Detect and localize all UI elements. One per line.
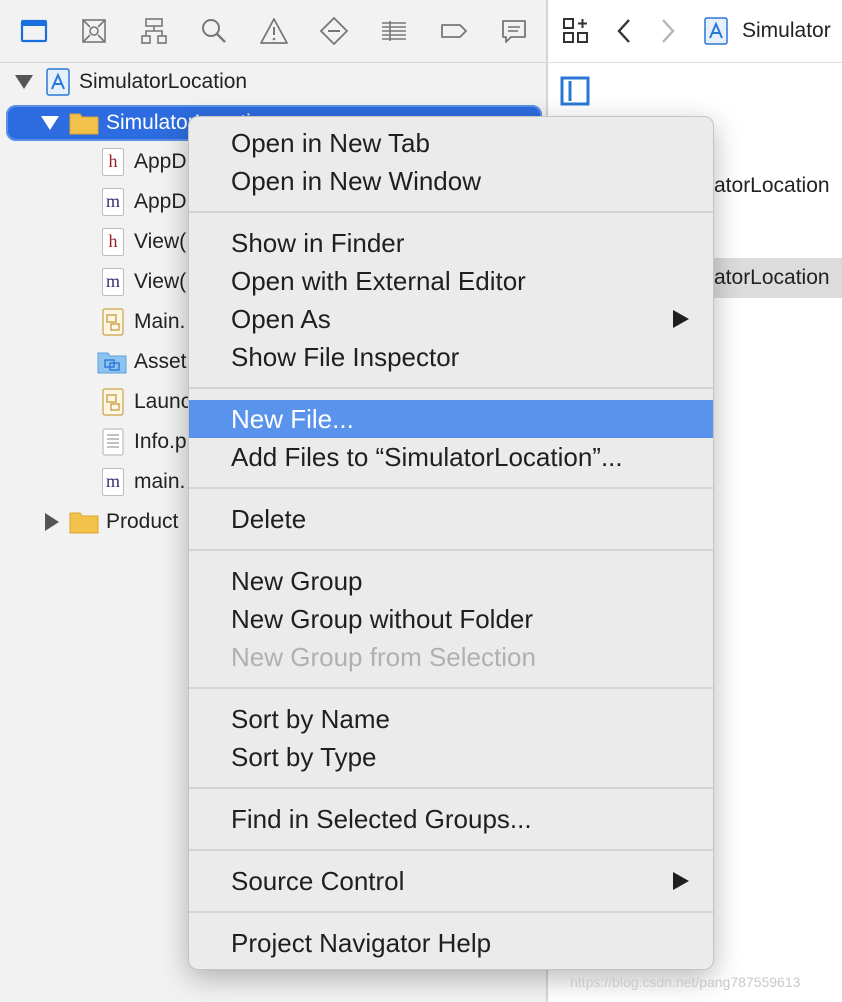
objc-file-icon: m	[100, 187, 126, 217]
menu-item-label: New Group without Folder	[231, 603, 534, 634]
menu-item-show-in-finder[interactable]: Show in Finder	[189, 224, 713, 262]
menu-item-label: Project Navigator Help	[231, 927, 492, 958]
test-navigator-icon[interactable]	[317, 14, 351, 48]
back-chevron-icon[interactable]	[616, 18, 632, 49]
disclosure-collapsed-icon[interactable]	[42, 512, 62, 532]
navigator-toolbar	[0, 0, 546, 63]
editor-row-label: atorLocation	[714, 266, 830, 289]
submenu-arrow-icon	[673, 872, 689, 890]
disclosure-expanded-icon[interactable]	[14, 72, 34, 92]
editor-jump-bar: Simulator	[548, 0, 842, 63]
menu-item-label: Find in Selected Groups...	[231, 803, 532, 834]
menu-item-label: New File...	[231, 403, 354, 434]
menu-item-open-in-new-window[interactable]: Open in New Window	[189, 162, 713, 200]
tree-row-label: Launc	[134, 390, 192, 413]
folder-icon	[69, 108, 99, 138]
tree-row-label: AppD	[134, 150, 187, 173]
tree-row-label: Info.p	[134, 430, 187, 453]
menu-item-label: Show in Finder	[231, 227, 405, 258]
tree-row-project[interactable]: SimulatorLocation	[0, 62, 546, 102]
report-icon[interactable]	[497, 14, 531, 48]
menu-item-label: Open in New Window	[231, 165, 481, 196]
menu-item-label: Show File Inspector	[231, 341, 460, 372]
tree-row-label: View(	[134, 230, 187, 253]
tree-row-label: Product	[106, 510, 179, 533]
menu-item-sort-by-name[interactable]: Sort by Name	[189, 700, 713, 738]
tree-row-label: AppD	[134, 190, 187, 213]
tree-row-label: Main.	[134, 310, 186, 333]
sidebar-toggle-icon[interactable]	[560, 76, 590, 111]
tree-row-label: main.	[134, 470, 186, 493]
submenu-arrow-icon	[673, 310, 689, 328]
menu-item-label: Add Files to “SimulatorLocation”...	[231, 441, 623, 472]
breadcrumb-title[interactable]: Simulator	[742, 19, 831, 43]
symbol-navigator-icon[interactable]	[137, 14, 171, 48]
menu-item-label: Delete	[231, 503, 307, 534]
menu-separator	[189, 787, 713, 789]
breakpoint-icon[interactable]	[437, 14, 471, 48]
menu-item-label: Open in New Tab	[231, 127, 430, 158]
storyboard-file-icon	[100, 387, 126, 417]
menu-item-open-with-external-editor[interactable]: Open with External Editor	[189, 262, 713, 300]
menu-separator	[189, 687, 713, 689]
menu-item-find-in-selected-groups[interactable]: Find in Selected Groups...	[189, 800, 713, 838]
xcode-project-icon	[704, 16, 728, 51]
menu-item-show-file-inspector[interactable]: Show File Inspector	[189, 338, 713, 376]
tree-row-label: View(	[134, 270, 187, 293]
menu-item-label: Open As	[231, 303, 331, 334]
menu-item-open-in-new-tab[interactable]: Open in New Tab	[189, 124, 713, 162]
menu-item-label: Sort by Type	[231, 741, 377, 772]
menu-item-open-as[interactable]: Open As	[189, 300, 713, 338]
tree-row-label: Asset	[134, 350, 187, 373]
menu-separator	[189, 387, 713, 389]
storyboard-file-icon	[100, 307, 126, 337]
menu-separator	[189, 487, 713, 489]
folder-icon	[69, 507, 99, 537]
issue-warning-icon[interactable]	[257, 14, 291, 48]
menu-separator	[189, 849, 713, 851]
disclosure-expanded-icon[interactable]	[40, 113, 60, 133]
header-file-icon: h	[100, 227, 126, 257]
menu-separator	[189, 211, 713, 213]
source-control-icon[interactable]	[77, 14, 111, 48]
forward-chevron-icon[interactable]	[660, 18, 676, 49]
menu-item-label: New Group from Selection	[231, 641, 536, 672]
menu-item-project-navigator-help[interactable]: Project Navigator Help	[189, 924, 713, 962]
plist-file-icon	[100, 427, 126, 457]
tree-row-label: SimulatorLocation	[79, 70, 248, 93]
menu-item-new-group-without-folder[interactable]: New Group without Folder	[189, 600, 713, 638]
xcode-project-icon	[45, 67, 71, 97]
menu-item-label: Source Control	[231, 865, 405, 896]
menu-item-delete[interactable]: Delete	[189, 500, 713, 538]
menu-item-source-control[interactable]: Source Control	[189, 862, 713, 900]
menu-item-new-file[interactable]: New File...	[189, 400, 713, 438]
objc-file-icon: m	[100, 467, 126, 497]
watermark: https://blog.csdn.net/pang787559613	[570, 974, 801, 990]
objc-file-icon: m	[100, 267, 126, 297]
menu-item-label: New Group	[231, 565, 363, 596]
search-icon[interactable]	[197, 14, 231, 48]
debug-navigator-icon[interactable]	[377, 14, 411, 48]
menu-item-label: Sort by Name	[231, 703, 390, 734]
menu-item-sort-by-type[interactable]: Sort by Type	[189, 738, 713, 776]
context-menu: Open in New Tab Open in New Window Show …	[188, 116, 714, 970]
menu-item-label: Open with External Editor	[231, 265, 526, 296]
related-items-icon[interactable]	[562, 17, 590, 50]
editor-row-label: atorLocation	[714, 174, 830, 197]
menu-separator	[189, 549, 713, 551]
menu-item-new-group-from-selection: New Group from Selection	[189, 638, 713, 676]
asset-catalog-icon	[97, 347, 127, 377]
project-navigator-icon[interactable]	[17, 14, 51, 48]
header-file-icon: h	[100, 147, 126, 177]
menu-item-new-group[interactable]: New Group	[189, 562, 713, 600]
menu-item-add-files[interactable]: Add Files to “SimulatorLocation”...	[189, 438, 713, 476]
menu-separator	[189, 911, 713, 913]
